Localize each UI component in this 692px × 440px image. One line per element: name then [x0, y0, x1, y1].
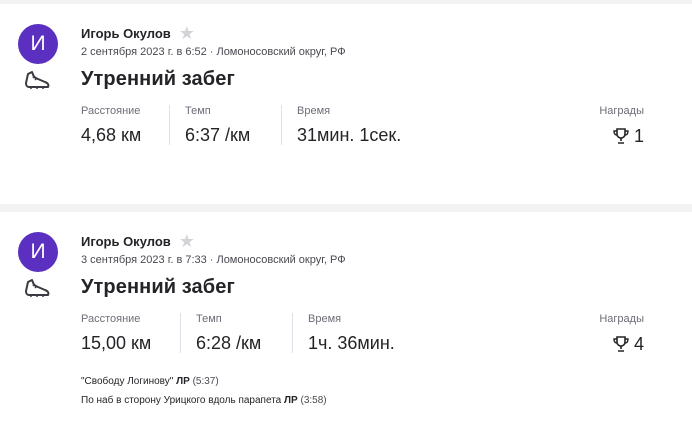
stat-value: 6:28 /км: [196, 333, 262, 353]
activity-location: Ломоносовский округ, РФ: [216, 46, 346, 58]
trophy-icon: [613, 128, 629, 144]
stat-distance: Расстояние 4,68 км: [81, 105, 141, 151]
stat-label: Время: [297, 105, 331, 117]
activity-meta: 3 сентября 2023 г. в 7:33 · Ломоносовский …: [81, 254, 346, 266]
avatar[interactable]: И: [18, 232, 58, 272]
stat-time: Время 1ч. 36мин.: [308, 313, 395, 359]
stat-label: Темп: [185, 105, 211, 117]
stat-divider: [180, 313, 181, 353]
avatar[interactable]: И: [18, 24, 58, 64]
stat-divider: [292, 313, 293, 353]
activity-date: 2 сентября 2023 г. в 6:52: [81, 46, 207, 58]
stat-pace: Темп 6:37 /км: [185, 105, 250, 151]
awards-label: Награды: [599, 105, 644, 117]
activity-title-link[interactable]: Утренний забег: [81, 276, 235, 299]
awards[interactable]: Награды 4: [599, 313, 644, 355]
star-icon[interactable]: ★: [179, 24, 195, 42]
athlete-row: Игорь Окулов ★: [81, 23, 195, 43]
athlete-row: Игорь Окулов ★: [81, 231, 195, 251]
activity-location: Ломоносовский округ, РФ: [216, 254, 346, 266]
stat-label: Время: [308, 313, 342, 325]
star-icon[interactable]: ★: [179, 232, 195, 250]
segment-achievement: По наб в сторону Урицкого вдоль парапета…: [81, 395, 327, 406]
segment-achievement: "Свободу Логинову" ЛР (5:37): [81, 376, 219, 387]
trophy-icon: [613, 336, 629, 352]
stat-value: 31мин. 1сек.: [297, 125, 402, 145]
stat-label: Расстояние: [81, 313, 141, 325]
stat-value: 15,00 км: [81, 333, 152, 353]
running-shoe-icon: [25, 71, 50, 89]
stat-value: 6:37 /км: [185, 125, 251, 145]
awards-value: 4: [599, 333, 644, 355]
stat-distance: Расстояние 15,00 км: [81, 313, 151, 359]
stat-label: Темп: [196, 313, 222, 325]
athlete-name-link[interactable]: Игорь Окулов: [81, 26, 171, 41]
stat-value: 1ч. 36мин.: [308, 333, 395, 353]
stat-pace: Темп 6:28 /км: [196, 313, 261, 359]
segment-badge: ЛР: [284, 395, 298, 406]
athlete-name-link[interactable]: Игорь Окулов: [81, 234, 171, 249]
stat-label: Расстояние: [81, 105, 141, 117]
running-shoe-icon: [25, 279, 50, 297]
segment-name-link[interactable]: По наб в сторону Урицкого вдоль парапета: [81, 395, 281, 406]
activity-card: И Игорь Окулов ★ 2 сентября 2023 г. в 6:…: [0, 4, 692, 204]
awards-label: Награды: [599, 313, 644, 325]
awards-count: 4: [633, 334, 644, 354]
segment-time: (3:58): [300, 395, 327, 406]
segment-badge: ЛР: [176, 376, 190, 387]
awards-value: 1: [599, 125, 644, 147]
meta-separator: ·: [209, 46, 214, 58]
activity-title-link[interactable]: Утренний забег: [81, 68, 235, 91]
stat-divider: [281, 105, 282, 145]
awards[interactable]: Награды 1: [599, 105, 644, 147]
awards-count: 1: [633, 126, 644, 146]
activity-card: И Игорь Окулов ★ 3 сентября 2023 г. в 7:…: [0, 212, 692, 440]
stat-time: Время 31мин. 1сек.: [297, 105, 401, 151]
activity-date: 3 сентября 2023 г. в 7:33: [81, 254, 207, 266]
activity-meta: 2 сентября 2023 г. в 6:52 · Ломоносовский …: [81, 46, 346, 58]
stat-divider: [169, 105, 170, 145]
segment-time: (5:37): [192, 376, 219, 387]
meta-separator: ·: [209, 254, 214, 266]
segment-name-link[interactable]: "Свободу Логинову": [81, 376, 173, 387]
stat-value: 4,68 км: [81, 125, 142, 145]
